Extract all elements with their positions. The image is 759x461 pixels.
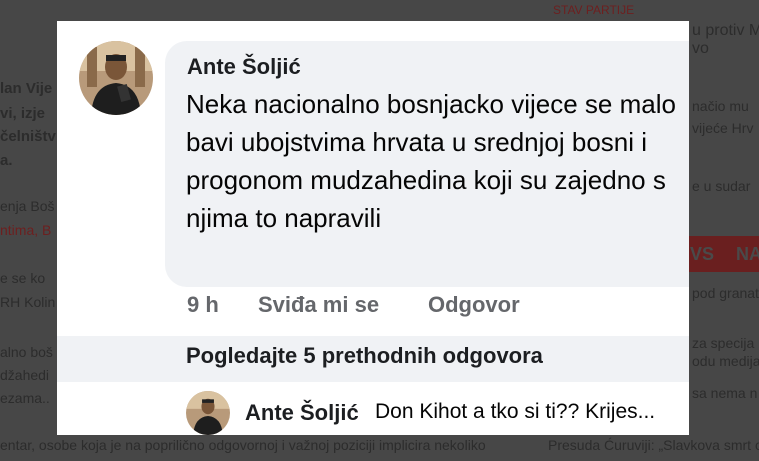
comment-bubble: Ante Šoljić Neka nacionalno bosnjacko vi…: [165, 41, 689, 287]
bg-text: Presuda Ćuruviji: „Slavkova smrt o: [548, 437, 759, 453]
comment-screenshot: Ante Šoljić Neka nacionalno bosnjacko vi…: [57, 21, 689, 435]
avatar[interactable]: [79, 41, 153, 115]
reply-item: Ante Šoljić Don Kihot a tko si ti?? Krij…: [57, 389, 689, 435]
bg-text: lan Vije: [0, 80, 53, 97]
reply-button[interactable]: Odgovor: [428, 292, 520, 318]
bg-text: ezama..: [0, 390, 50, 406]
bg-text: e u sudar: [692, 178, 751, 194]
view-previous-replies[interactable]: Pogledajte 5 prethodnih odgovora: [57, 336, 689, 382]
like-button[interactable]: Sviđa mi se: [258, 292, 379, 318]
reply-text: Don Kihot a tko si ti?? Krijes...: [375, 400, 656, 423]
bg-text: načio mu: [692, 98, 749, 114]
bg-text: čelništv: [0, 128, 56, 145]
bg-text: entar, osobe koja je na poprilično odgov…: [0, 437, 486, 453]
view-previous-label[interactable]: Pogledajte 5 prethodnih odgovora: [186, 343, 543, 369]
bg-text: e se ko: [0, 270, 46, 286]
bg-text: odu medija: [692, 353, 759, 369]
comment-text: Neka nacionalno bosnjacko vijece se malo…: [186, 89, 676, 233]
bg-text: RH Kolin: [0, 294, 56, 310]
avatar-photo-icon: [79, 41, 153, 115]
bg-banner-text: NA: [736, 244, 759, 264]
comment-timestamp[interactable]: 9 h: [187, 292, 219, 318]
bg-text: u protiv Me: [692, 22, 759, 39]
bg-text: pod granat: [692, 285, 759, 301]
avatar-photo-icon: [186, 391, 230, 435]
bg-red-banner: VS NA: [688, 236, 759, 272]
bg-text: vijeće Hrv: [692, 120, 754, 136]
bg-banner-text: VS: [690, 244, 715, 264]
bg-label: STAV PARTIJE: [553, 3, 635, 17]
reply-avatar[interactable]: [186, 391, 230, 435]
bg-text: enja Boš: [0, 198, 55, 214]
bg-text: a.: [0, 152, 13, 169]
reply-author[interactable]: Ante Šoljić: [245, 400, 359, 426]
bg-link: ntima, B: [0, 222, 52, 238]
bg-text: džahedi: [0, 367, 50, 383]
comment-author[interactable]: Ante Šoljić: [187, 54, 301, 80]
bg-text: alno boš: [0, 344, 53, 360]
bg-text: za specija: [692, 335, 755, 351]
bg-text: sa nema n: [692, 385, 758, 401]
bg-text: vi, izje: [0, 105, 46, 122]
bg-text: vo: [692, 40, 709, 57]
